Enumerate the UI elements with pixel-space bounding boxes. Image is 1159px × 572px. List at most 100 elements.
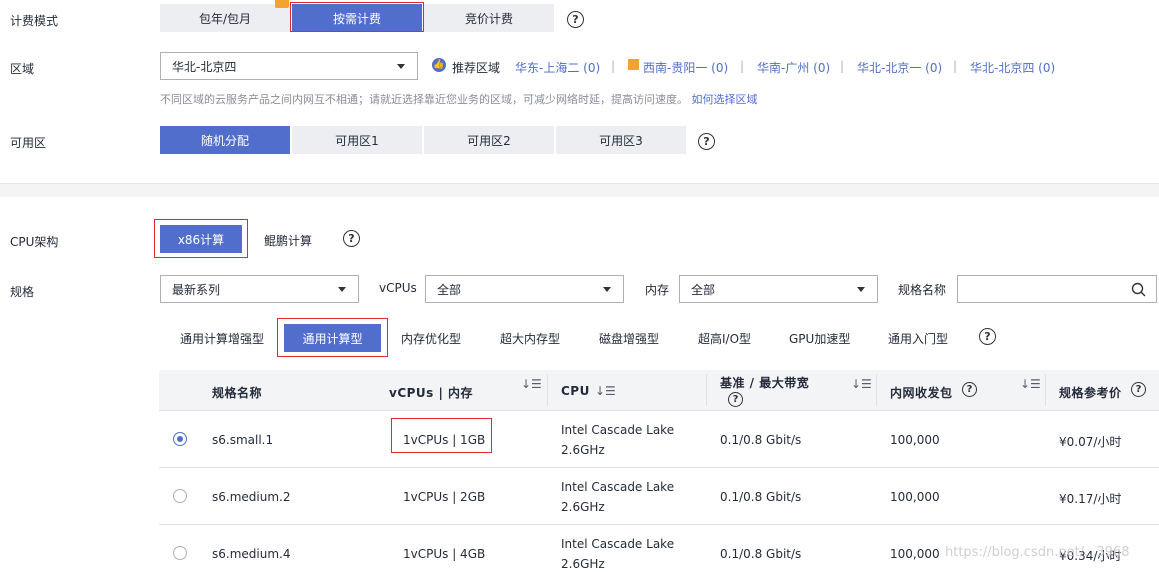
cell-cpu-freq: 2.6GHz: [561, 500, 605, 514]
billing-help-icon[interactable]: ?: [567, 11, 584, 28]
vcpus-select-value: 全部: [437, 282, 462, 297]
separator: |: [953, 59, 958, 73]
column-divider: [706, 374, 707, 406]
cell-bandwidth: 0.1/0.8 Gbit/s: [720, 433, 802, 447]
sort-icon[interactable]: ↓☰: [851, 377, 872, 391]
region-select-value: 华北-北京四: [172, 59, 237, 74]
memory-select-value: 全部: [691, 282, 716, 297]
az-option-1[interactable]: 可用区1: [292, 126, 422, 154]
recommend-region-southwest-guiyang1[interactable]: 西南-贵阳一 (0): [643, 59, 728, 76]
highlight-box-on-demand: [290, 2, 424, 32]
header-cpu: CPU: [561, 384, 590, 398]
column-divider: [876, 374, 877, 406]
section-divider: [0, 183, 1159, 197]
recommend-region-north-beijing4[interactable]: 华北-北京四 (0): [970, 59, 1055, 76]
bandwidth-help-icon[interactable]: ?: [728, 392, 743, 407]
header-pps: 内网收发包: [890, 386, 953, 400]
cell-cpu-freq: 2.6GHz: [561, 443, 605, 457]
tab-entry-level[interactable]: 通用入门型: [888, 330, 948, 347]
chevron-down-icon: [338, 287, 346, 292]
vcpus-filter-label: vCPUs: [379, 281, 417, 295]
memory-select[interactable]: 全部: [679, 275, 878, 303]
row-divider: [159, 410, 1159, 411]
region-hint: 不同区域的云服务产品之间内网互不相通；请就近选择靠近您业务的区域，可减少网络时延…: [160, 91, 758, 107]
recommend-region-east-shanghai2[interactable]: 华东-上海二 (0): [515, 59, 600, 76]
cell-bandwidth: 0.1/0.8 Gbit/s: [720, 547, 802, 561]
region-hint-link[interactable]: 如何选择区域: [692, 93, 758, 106]
chevron-down-icon: [857, 287, 865, 292]
az-option-random[interactable]: 随机分配: [160, 126, 290, 154]
tab-gpu[interactable]: GPU加速型: [789, 330, 850, 347]
tab-large-memory[interactable]: 超大内存型: [500, 330, 560, 347]
highlight-box-x86: [154, 219, 248, 258]
cpu-arch-help-icon[interactable]: ?: [343, 230, 360, 247]
highlight-box-vcpu-mem: [391, 418, 492, 453]
series-select[interactable]: 最新系列: [160, 275, 359, 303]
cell-vcpu-mem: 1vCPUs | 2GB: [403, 490, 486, 504]
az-option-2[interactable]: 可用区2: [424, 126, 554, 154]
cell-cpu-model: Intel Cascade Lake: [561, 537, 675, 551]
highlight-box-general-compute: [277, 318, 388, 357]
vcpus-select[interactable]: 全部: [425, 275, 624, 303]
spec-name-search[interactable]: [957, 275, 1157, 303]
cell-spec-name: s6.small.1: [212, 433, 274, 447]
cpu-arch-label: CPU架构: [10, 235, 59, 249]
az-option-3[interactable]: 可用区3: [556, 126, 686, 154]
gift-icon: [275, 0, 289, 8]
row-divider: [159, 467, 1159, 468]
cell-cpu-model: Intel Cascade Lake: [561, 480, 675, 494]
header-spec-name: 规格名称: [212, 386, 263, 400]
row-divider: [159, 524, 1159, 525]
cell-pps: 100,000: [890, 547, 940, 561]
sort-icon[interactable]: ↓☰: [521, 377, 542, 391]
table-header: [159, 370, 1159, 410]
sort-icon[interactable]: ↓☰: [595, 384, 616, 398]
region-label: 区域: [10, 62, 35, 76]
cpu-arch-kunpeng[interactable]: 鲲鹏计算: [264, 232, 312, 249]
tab-ultra-io[interactable]: 超高I/O型: [698, 330, 751, 347]
sort-icon[interactable]: ↓☰: [1020, 377, 1041, 391]
separator: |: [740, 59, 745, 73]
series-select-value: 最新系列: [172, 282, 221, 297]
region-hint-text: 不同区域的云服务产品之间内网互不相通；请就近选择靠近您业务的区域，可减少网络时延…: [160, 93, 688, 106]
price-help-icon[interactable]: ?: [1131, 382, 1146, 397]
cell-bandwidth: 0.1/0.8 Gbit/s: [720, 490, 802, 504]
chevron-down-icon: [397, 64, 405, 69]
pps-help-icon[interactable]: ?: [962, 382, 977, 397]
separator: |: [611, 59, 616, 73]
spec-name-filter-label: 规格名称: [898, 283, 947, 297]
cell-pps: 100,000: [890, 490, 940, 504]
tab-memory-optimized[interactable]: 内存优化型: [401, 330, 461, 347]
cell-price: ¥0.07/小时: [1059, 435, 1122, 449]
spec-name-input[interactable]: [969, 282, 1129, 296]
header-vcpu-mem: vCPUs | 内存: [389, 386, 474, 400]
region-select[interactable]: 华北-北京四: [160, 52, 418, 80]
billing-mode-label: 计费模式: [10, 14, 59, 28]
memory-filter-label: 内存: [645, 283, 670, 297]
cell-cpu-model: Intel Cascade Lake: [561, 423, 675, 437]
recommend-region-label: 推荐区域: [452, 61, 501, 75]
az-help-icon[interactable]: ?: [698, 133, 715, 150]
cell-vcpu-mem: 1vCPUs | 4GB: [403, 547, 486, 561]
thumbs-up-icon: 👍: [432, 58, 446, 72]
row-radio[interactable]: [173, 489, 187, 503]
recommend-region-north-beijing1[interactable]: 华北-北京一 (0): [857, 59, 942, 76]
recommend-region-south-guangzhou[interactable]: 华南-广州 (0): [757, 59, 830, 76]
spec-label: 规格: [10, 285, 35, 299]
billing-option-spot[interactable]: 竞价计费: [424, 4, 554, 32]
column-divider: [547, 374, 548, 406]
type-help-icon[interactable]: ?: [979, 328, 996, 345]
row-radio[interactable]: [173, 546, 187, 560]
column-divider: [1045, 374, 1046, 406]
chevron-down-icon: [603, 287, 611, 292]
tab-disk-enhanced[interactable]: 磁盘增强型: [599, 330, 659, 347]
row-radio[interactable]: [173, 432, 187, 446]
search-icon[interactable]: [1131, 282, 1146, 297]
tab-general-enhanced[interactable]: 通用计算增强型: [180, 330, 264, 347]
billing-option-yearly[interactable]: 包年/包月: [160, 4, 290, 32]
cell-price: ¥0.17/小时: [1059, 492, 1122, 506]
cell-spec-name: s6.medium.2: [212, 490, 291, 504]
watermark: https://blog.csdn.net/...3968: [945, 545, 1130, 560]
cell-spec-name: s6.medium.4: [212, 547, 291, 561]
separator: |: [840, 59, 845, 73]
